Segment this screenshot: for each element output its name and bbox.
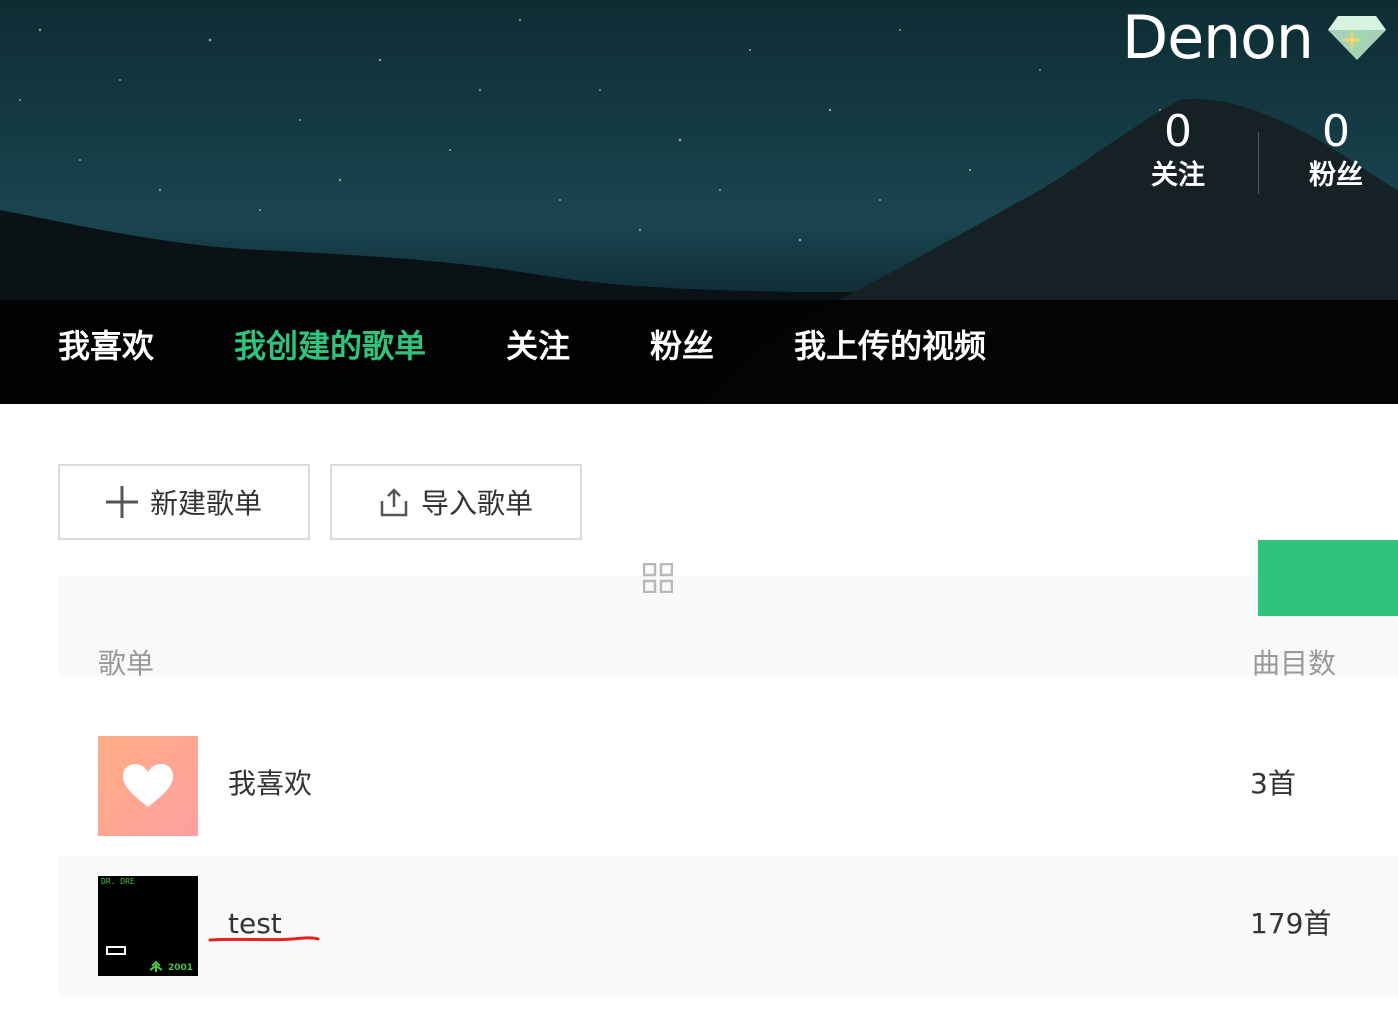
playlist-cover[interactable] [98, 736, 198, 836]
column-header-playlist[interactable]: 歌单 [98, 646, 154, 682]
profile-nav: 我喜欢 我创建的歌单 关注 粉丝 我上传的视频 [0, 318, 1398, 378]
tab-following[interactable]: 关注 [506, 326, 570, 366]
tab-liked[interactable]: 我喜欢 [58, 326, 154, 366]
following-stat[interactable]: 0 关注 [1128, 104, 1228, 192]
cover-year-text: 2001 [168, 963, 193, 973]
column-header-track-count[interactable]: 曲目数 [1252, 646, 1336, 682]
new-playlist-label: 新建歌单 [149, 487, 262, 520]
profile-header: Denon 0 关注 0 粉丝 我喜欢 我创建的歌单 关注 粉丝 我上传的视频 [0, 0, 1398, 404]
playlist-track-count: 3首 [1250, 767, 1296, 800]
import-playlist-button[interactable]: 导入歌单 [330, 464, 582, 540]
followers-label: 粉丝 [1309, 160, 1363, 191]
following-label: 关注 [1151, 160, 1205, 191]
diamond-vip-icon [1328, 16, 1386, 60]
tab-created-playlists[interactable]: 我创建的歌单 [234, 326, 426, 366]
followers-count: 0 [1322, 106, 1350, 157]
tab-uploaded-videos[interactable]: 我上传的视频 [794, 326, 986, 366]
table-row[interactable]: DR. DRE 2001 test 179首 [58, 856, 1398, 996]
tab-followers[interactable]: 粉丝 [650, 326, 714, 366]
grid-view-icon[interactable] [643, 563, 673, 593]
followers-stat[interactable]: 0 粉丝 [1286, 104, 1386, 192]
username: Denon [1122, 3, 1314, 73]
red-annotation-underline [208, 936, 320, 942]
new-playlist-button[interactable]: 新建歌单 [58, 464, 310, 540]
upload-icon [380, 488, 408, 517]
list-view-button[interactable] [1258, 540, 1398, 616]
playlist-name[interactable]: 我喜欢 [228, 766, 312, 802]
playlist-track-count: 179首 [1250, 907, 1332, 940]
following-count: 0 [1164, 106, 1192, 157]
table-row[interactable]: 我喜欢 3首 [58, 716, 1398, 856]
heart-icon [123, 764, 173, 807]
album-cover-art: DR. DRE 2001 [101, 877, 193, 973]
table-header [58, 576, 1398, 676]
import-playlist-label: 导入歌单 [420, 487, 533, 520]
stat-divider [1258, 132, 1259, 194]
cover-artist-text: DR. DRE [101, 877, 135, 886]
playlist-cover[interactable]: DR. DRE 2001 [98, 876, 198, 976]
plus-icon [105, 486, 138, 518]
